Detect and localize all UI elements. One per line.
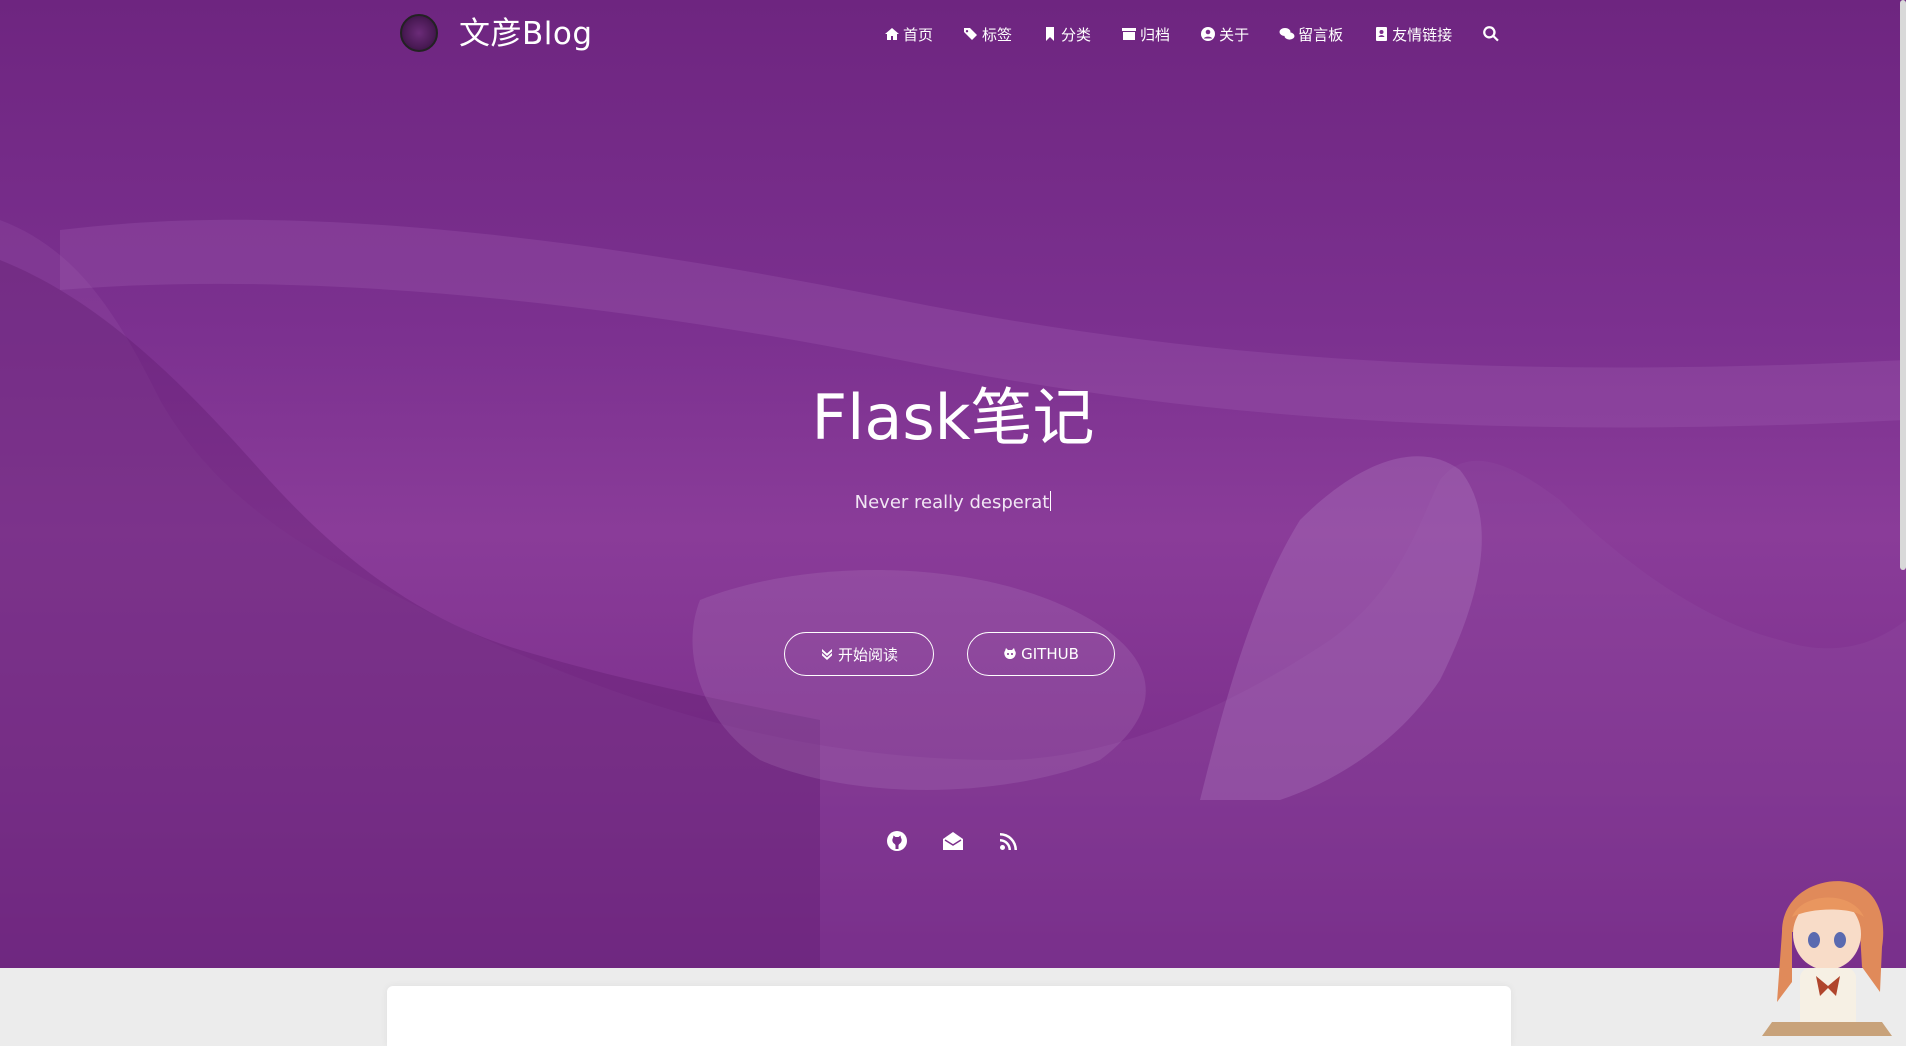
content-card xyxy=(387,986,1511,1046)
nav-item-guestbook[interactable]: 留言板 xyxy=(1279,24,1343,45)
nav-item-label: 归档 xyxy=(1140,25,1171,44)
tags-icon xyxy=(964,28,978,40)
subtitle-text: Never really desperat xyxy=(854,492,1050,513)
nav-item-label: 分类 xyxy=(1061,25,1092,44)
top-navbar: 文彦Blog 首页 标签 分类 归档 关于 留言板 友情链接 xyxy=(0,0,1906,70)
mountain-background xyxy=(0,219,1906,968)
home-icon xyxy=(885,28,899,40)
octocat-icon xyxy=(1004,648,1016,659)
nav-item-label: 首页 xyxy=(903,25,934,44)
comments-icon xyxy=(1279,28,1295,40)
search-button[interactable] xyxy=(1482,25,1503,43)
nav-item-friends[interactable]: 友情链接 xyxy=(1373,24,1452,45)
page-title: Flask笔记 xyxy=(811,381,1095,454)
nav-item-about[interactable]: 关于 xyxy=(1200,24,1249,45)
email-link[interactable] xyxy=(942,830,964,852)
address-book-icon xyxy=(1376,27,1388,41)
nav-item-tags[interactable]: 标签 xyxy=(963,24,1012,45)
brand-title[interactable]: 文彦Blog xyxy=(459,12,593,56)
github-icon xyxy=(887,831,907,851)
envelope-open-icon xyxy=(943,832,963,850)
start-reading-label: 开始阅读 xyxy=(837,645,898,664)
rss-link[interactable] xyxy=(998,830,1020,852)
archive-icon xyxy=(1122,28,1137,40)
anime-mascot-widget[interactable] xyxy=(1752,872,1902,1036)
nav-item-categories[interactable]: 分类 xyxy=(1042,24,1091,45)
github-button[interactable]: GITHUB xyxy=(967,632,1115,676)
typing-cursor xyxy=(1050,491,1052,511)
search-icon xyxy=(1483,26,1499,42)
nav-item-label: 关于 xyxy=(1219,25,1250,44)
github-label: GITHUB xyxy=(1021,645,1079,663)
start-reading-button[interactable]: 开始阅读 xyxy=(784,632,934,676)
github-link[interactable] xyxy=(886,830,908,852)
bookmark-icon xyxy=(1046,27,1055,41)
user-circle-icon xyxy=(1201,27,1216,41)
main-nav: 首页 标签 分类 归档 关于 留言板 友情链接 xyxy=(884,22,1533,46)
nav-item-label: 留言板 xyxy=(1298,25,1344,44)
site-logo[interactable] xyxy=(400,14,438,52)
social-links xyxy=(0,830,1906,852)
scrollbar[interactable] xyxy=(1900,0,1906,570)
nav-item-home[interactable]: 首页 xyxy=(884,24,933,45)
hero-banner: 文彦Blog 首页 标签 分类 归档 关于 留言板 友情链接 Flask笔记 N… xyxy=(0,0,1906,968)
nav-item-label: 友情链接 xyxy=(1392,25,1453,44)
rss-icon xyxy=(1000,833,1017,850)
double-chevron-down-icon xyxy=(821,649,832,660)
page-subtitle: Never really desperat xyxy=(0,488,1906,518)
nav-item-archive[interactable]: 归档 xyxy=(1121,24,1170,45)
nav-item-label: 标签 xyxy=(982,25,1013,44)
